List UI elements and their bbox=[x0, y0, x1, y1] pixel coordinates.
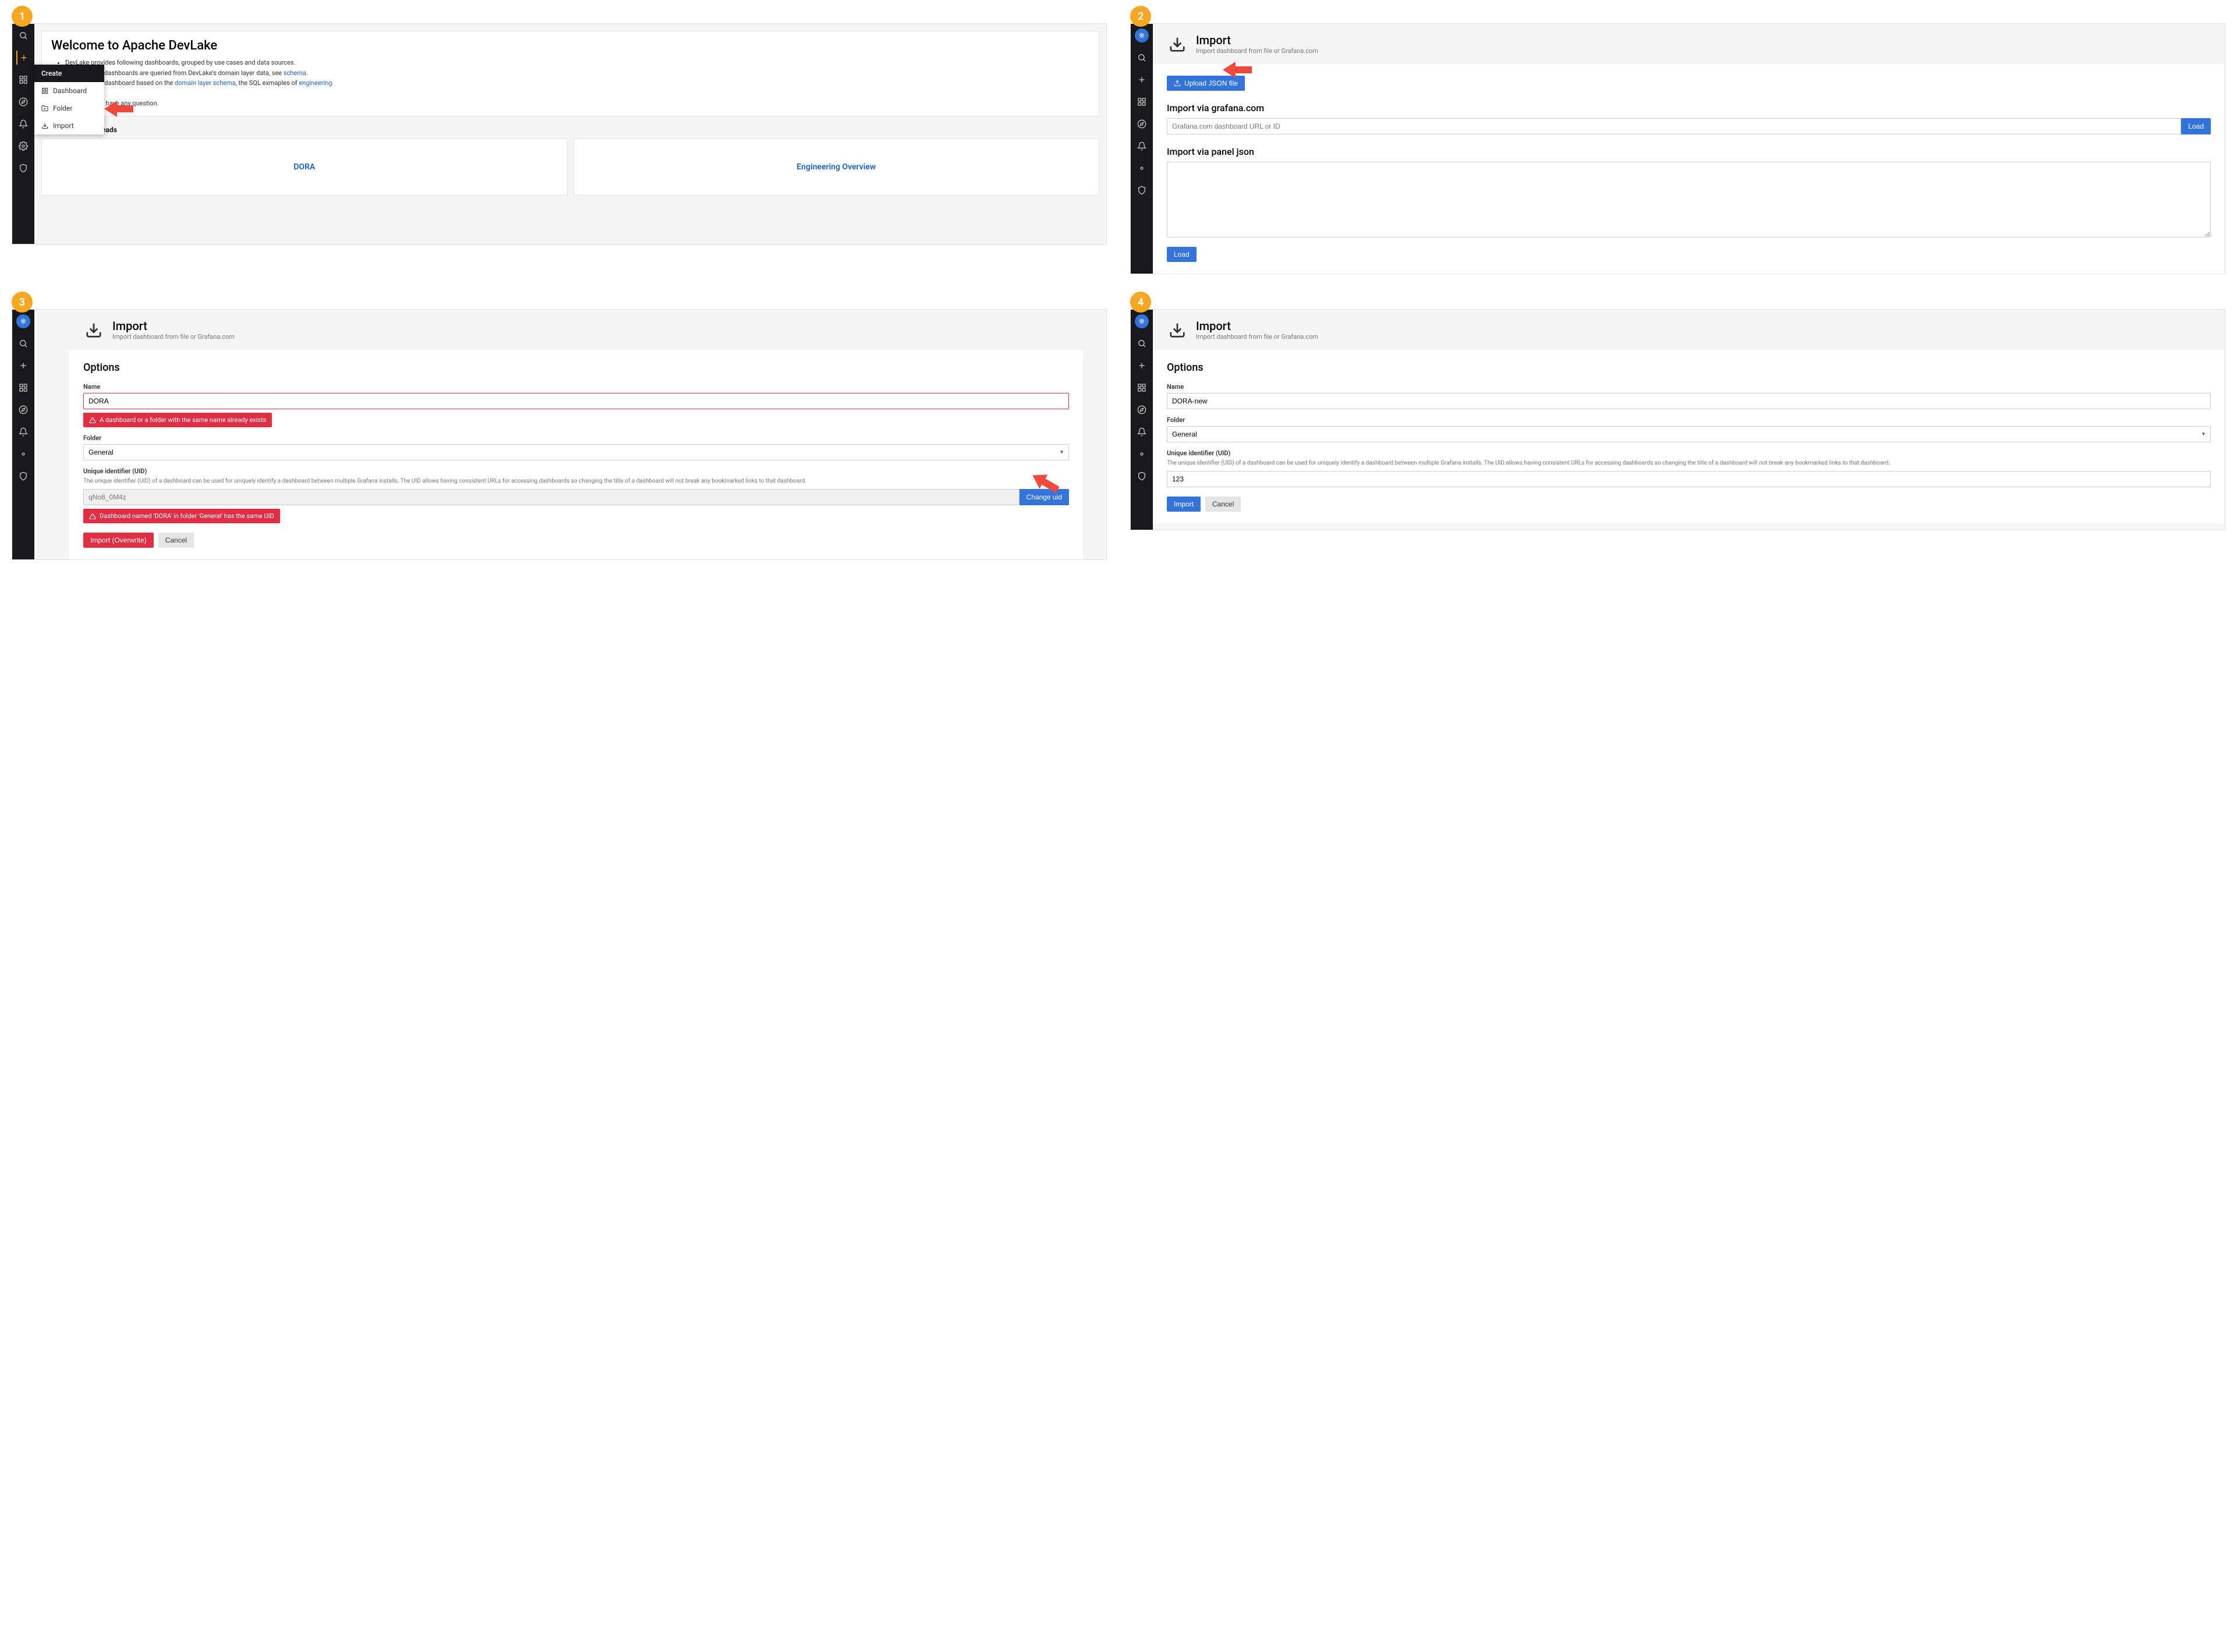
import-icon bbox=[83, 320, 104, 341]
name-label: Name bbox=[1167, 383, 2211, 391]
via-grafana-title: Import via grafana.com bbox=[1167, 102, 2211, 114]
plus-icon[interactable] bbox=[16, 51, 30, 65]
config-icon[interactable] bbox=[16, 447, 30, 461]
create-import-item[interactable]: Import bbox=[34, 117, 104, 134]
load-url-button[interactable]: Load bbox=[2181, 118, 2211, 134]
step-badge-1: 1 bbox=[12, 6, 33, 27]
step-badge-4: 4 bbox=[1130, 292, 1151, 313]
folder-select[interactable] bbox=[1167, 426, 2211, 442]
options-title: Options bbox=[1167, 361, 2211, 374]
explore-icon[interactable] bbox=[16, 403, 30, 417]
explore-icon[interactable] bbox=[16, 95, 30, 109]
import-overwrite-button[interactable]: Import (Overwrite) bbox=[83, 533, 154, 548]
uid-input[interactable] bbox=[1167, 471, 2211, 487]
uid-label: Unique identifier (UID) bbox=[83, 467, 1069, 475]
grafana-sidebar: ⎈ bbox=[1131, 24, 1153, 274]
page-subtitle: Import dashboard from file or Grafana.co… bbox=[1196, 47, 1318, 55]
section-engineering-leads[interactable]: ▾For Engineering Leads bbox=[41, 126, 1099, 134]
plus-icon[interactable] bbox=[1135, 359, 1149, 373]
alert-icon[interactable] bbox=[1135, 425, 1149, 439]
explore-icon[interactable] bbox=[1135, 403, 1149, 417]
grafana-sidebar: ⎈ bbox=[12, 310, 34, 559]
page-subtitle: Import dashboard from file or Grafana.co… bbox=[1196, 333, 1318, 341]
page-title: Import bbox=[1196, 33, 1318, 47]
folder-label: Folder bbox=[1167, 416, 2211, 424]
explore-icon[interactable] bbox=[1135, 117, 1149, 131]
step-badge-2: 2 bbox=[1130, 6, 1151, 27]
grafana-sidebar bbox=[12, 24, 34, 244]
load-json-button[interactable]: Load bbox=[1167, 247, 1197, 262]
via-panel-title: Import via panel json bbox=[1167, 146, 2211, 157]
grafana-logo-icon[interactable]: ⎈ bbox=[16, 314, 30, 328]
config-icon[interactable] bbox=[16, 139, 30, 153]
uid-description: The unique identifier (UID) of a dashboa… bbox=[83, 477, 1069, 485]
import-header: Import Import dashboard from file or Gra… bbox=[1153, 24, 2225, 64]
cancel-button[interactable]: Cancel bbox=[1205, 497, 1241, 512]
options-title: Options bbox=[83, 361, 1069, 374]
cancel-button[interactable]: Cancel bbox=[158, 533, 194, 548]
create-dashboard-item[interactable]: Dashboard bbox=[34, 82, 104, 100]
panel-json-textarea[interactable] bbox=[1167, 162, 2211, 237]
alert-icon[interactable] bbox=[16, 117, 30, 131]
admin-icon[interactable] bbox=[1135, 183, 1149, 197]
alert-icon[interactable] bbox=[1135, 139, 1149, 153]
create-menu-header: Create bbox=[34, 65, 104, 82]
search-icon[interactable] bbox=[1135, 51, 1149, 65]
search-icon[interactable] bbox=[16, 29, 30, 42]
create-menu: Create Dashboard Folder Import bbox=[34, 65, 104, 134]
folder-label: Folder bbox=[83, 434, 1069, 442]
page-title: Import bbox=[1196, 319, 1318, 333]
welcome-list: DevLake provides following dashboards, g… bbox=[51, 58, 1089, 109]
uid-error-alert: Dashboard named 'DORA' in folder 'Genera… bbox=[83, 509, 280, 523]
search-icon[interactable] bbox=[16, 336, 30, 350]
domain-schema-link[interactable]: domain layer schema bbox=[175, 79, 236, 87]
name-input[interactable] bbox=[1167, 393, 2211, 409]
config-icon[interactable] bbox=[1135, 447, 1149, 461]
welcome-title: Welcome to Apache DevLake bbox=[51, 38, 1089, 53]
grafana-logo-icon[interactable]: ⎈ bbox=[1135, 314, 1149, 328]
plus-icon[interactable] bbox=[16, 359, 30, 373]
dashboards-icon[interactable] bbox=[16, 381, 30, 395]
step-badge-3: 3 bbox=[12, 292, 33, 313]
import-button[interactable]: Import bbox=[1167, 497, 1201, 512]
import-header: Import Import dashboard from file or Gra… bbox=[1153, 310, 2225, 350]
grafana-url-input[interactable] bbox=[1167, 118, 2181, 134]
grafana-logo-icon[interactable]: ⎈ bbox=[1135, 29, 1149, 42]
import-header: Import Import dashboard from file or Gra… bbox=[69, 310, 1083, 350]
name-input[interactable] bbox=[83, 393, 1069, 409]
folder-select[interactable] bbox=[83, 444, 1069, 460]
uid-label: Unique identifier (UID) bbox=[1167, 449, 2211, 457]
config-icon[interactable] bbox=[1135, 161, 1149, 175]
grafana-sidebar: ⎈ bbox=[1131, 310, 1153, 530]
dashboards-icon[interactable] bbox=[1135, 381, 1149, 395]
alert-icon[interactable] bbox=[16, 425, 30, 439]
dashboards-icon[interactable] bbox=[1135, 95, 1149, 109]
admin-icon[interactable] bbox=[16, 161, 30, 175]
name-error-alert: A dashboard or a folder with the same na… bbox=[83, 413, 272, 427]
dora-card[interactable]: DORA bbox=[41, 139, 568, 196]
search-icon[interactable] bbox=[1135, 336, 1149, 350]
dashboards-icon[interactable] bbox=[16, 73, 30, 87]
import-icon bbox=[1167, 320, 1188, 341]
page-title: Import bbox=[112, 319, 235, 333]
name-label: Name bbox=[83, 383, 1069, 391]
pointer-arrow-icon bbox=[104, 98, 133, 119]
uid-input bbox=[83, 489, 1020, 505]
plus-icon[interactable] bbox=[1135, 73, 1149, 87]
uid-description: The unique identifier (UID) of a dashboa… bbox=[1167, 459, 2211, 467]
engineering-link[interactable]: engineering bbox=[299, 79, 332, 87]
admin-icon[interactable] bbox=[1135, 469, 1149, 483]
pointer-arrow-icon bbox=[1223, 59, 1252, 80]
overview-card[interactable]: Engineering Overview bbox=[574, 139, 1100, 196]
admin-icon[interactable] bbox=[16, 469, 30, 483]
import-icon bbox=[1167, 34, 1188, 55]
create-folder-item[interactable]: Folder bbox=[34, 100, 104, 117]
schema-link[interactable]: schema bbox=[284, 69, 306, 77]
page-subtitle: Import dashboard from file or Grafana.co… bbox=[112, 333, 235, 341]
